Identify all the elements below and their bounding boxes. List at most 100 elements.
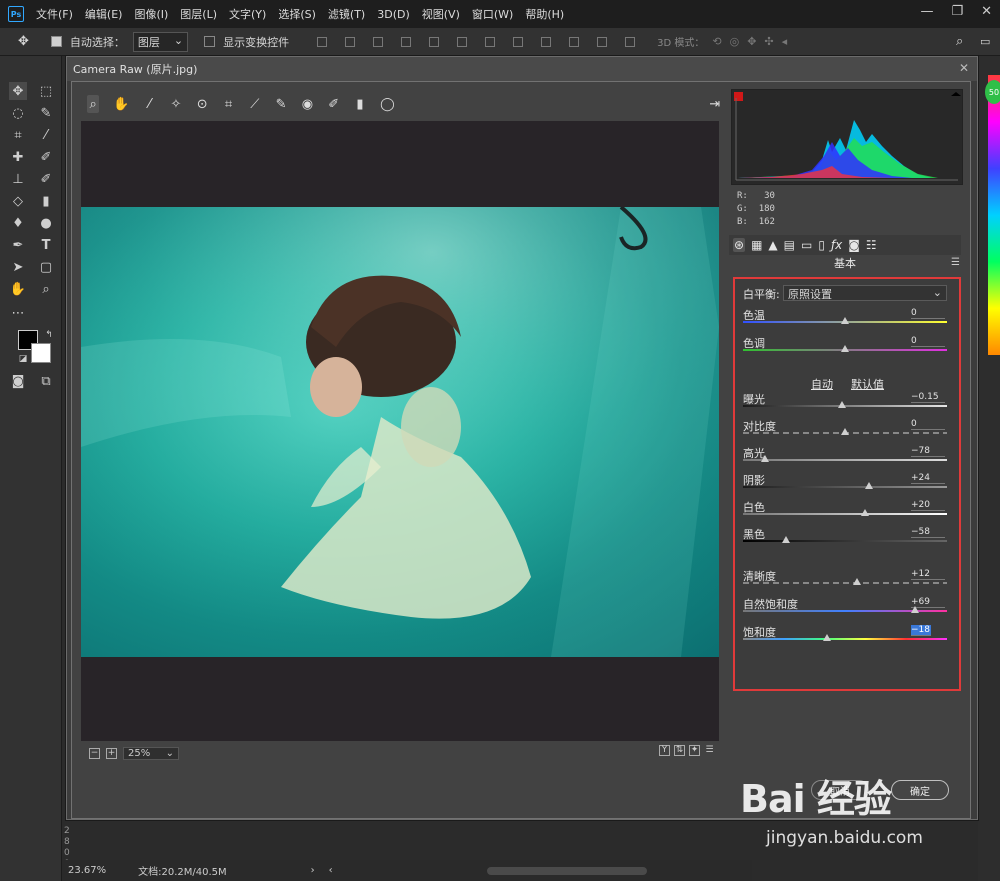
graduated-filter-icon[interactable]: ▮ [354,95,366,113]
white-balance-dropdown[interactable]: 原照设置 ⌄ [783,285,947,301]
tab-presets-icon[interactable]: ☷ [866,238,877,252]
dodge-tool-icon[interactable]: ● [37,214,55,232]
crop-tool-icon[interactable]: ⌗ [9,126,27,144]
default-colors-icon[interactable]: ◪ [14,350,32,368]
minimize-button[interactable]: — [920,4,933,19]
radial-filter-icon[interactable]: ◯ [380,95,395,113]
align-bottom-icon[interactable] [373,36,384,47]
close-button[interactable]: ✕ [981,4,992,19]
slider-value-7[interactable]: −58 [911,527,945,538]
zoom-in-button[interactable]: + [106,747,117,759]
tab-lens-corrections-icon[interactable]: ▯ [818,238,825,252]
menu-image[interactable]: 图像(I) [134,6,168,22]
tab-split-toning-icon[interactable]: ▭ [801,238,812,252]
distribute-left-icon[interactable] [569,36,580,47]
slider-thumb-6[interactable] [861,509,870,516]
align-hcenter-icon[interactable] [429,36,440,47]
dialog-titlebar[interactable]: Camera Raw (原片.jpg) ✕ [67,57,977,81]
slider-value-3[interactable]: 0 [911,419,945,430]
slider-value-10[interactable]: −18 [911,625,931,636]
clone-stamp-icon[interactable]: ⊥ [9,170,27,188]
dialog-close-icon[interactable]: ✕ [959,61,969,75]
distribute-top-icon[interactable] [485,36,496,47]
crop-tool-icon[interactable]: ⌗ [222,95,234,113]
slider-thumb-1[interactable] [841,345,849,352]
panel-menu-icon[interactable]: ☰ [951,257,960,268]
menu-file[interactable]: 文件(F) [36,6,73,22]
menu-filter[interactable]: 滤镜(T) [328,6,365,22]
slide-3d-icon[interactable]: ✣ [764,35,773,48]
scroll-left-icon[interactable]: ‹ [329,865,333,876]
zoom-tool-icon[interactable]: ⌕ [87,95,100,113]
before-after-toggle-icon[interactable]: Y [659,745,670,756]
slider-value-8[interactable]: +12 [911,569,945,580]
history-brush-icon[interactable]: ✐ [37,170,55,188]
slider-thumb-10[interactable] [822,634,831,641]
slider-track-4[interactable] [743,459,947,461]
slider-value-1[interactable]: 0 [911,336,945,347]
blur-tool-icon[interactable]: ♦ [9,214,27,232]
pen-tool-icon[interactable]: ✒ [9,236,27,254]
slider-value-6[interactable]: +20 [911,500,945,511]
path-select-icon[interactable]: ➤ [9,258,27,276]
slider-track-6[interactable] [743,513,947,515]
auto-select-dropdown[interactable]: 图层 ⌄ [132,31,189,52]
camera-3d-icon[interactable]: ◂ [782,35,788,48]
shape-tool-icon[interactable]: ▢ [37,258,55,276]
quick-mask-icon[interactable]: ◙ [9,372,27,390]
status-zoom[interactable]: 23.67% [68,865,106,876]
straighten-tool-icon[interactable]: ⟋ [249,95,261,113]
pan-3d-icon[interactable]: ✥ [747,35,756,48]
tab-tone-curve-icon[interactable]: ▦ [751,238,762,252]
slider-value-4[interactable]: −78 [911,446,945,457]
red-eye-icon[interactable]: ◉ [301,95,313,113]
distribute-right-icon[interactable] [625,36,636,47]
slider-thumb-8[interactable] [853,578,862,585]
restore-button[interactable]: ❐ [951,4,963,19]
tab-basic-icon[interactable]: ⊛ [733,238,746,252]
menu-type[interactable]: 文字(Y) [229,6,266,22]
status-arrow-icon[interactable]: › [311,865,315,876]
slider-thumb-0[interactable] [841,317,849,324]
eraser-tool-icon[interactable]: ◇ [9,192,27,210]
tab-detail-icon[interactable]: ▲ [768,238,777,252]
slider-track-8[interactable] [743,582,947,584]
background-color-swatch[interactable] [31,343,51,363]
slider-thumb-2[interactable] [837,401,846,408]
color-spectrum[interactable] [988,75,1000,355]
more-tools-icon[interactable]: ⋯ [9,304,27,322]
tab-camera-calibration-icon[interactable]: ◙ [848,238,860,252]
roll-3d-icon[interactable]: ◎ [730,35,740,48]
screen-mode-icon[interactable]: ⧉ [37,372,55,390]
tab-effects-icon[interactable]: ƒx [831,238,842,252]
orbit-3d-icon[interactable]: ⟲ [712,35,721,48]
default-link[interactable]: 默认值 [851,376,884,392]
slider-thumb-7[interactable] [781,536,790,543]
lasso-tool-icon[interactable]: ◌ [9,104,27,122]
distribute-vcenter-icon[interactable] [513,36,524,47]
slider-thumb-3[interactable] [841,428,849,435]
healing-brush-icon[interactable]: ✚ [9,148,27,166]
slider-value-2[interactable]: −0.15 [911,392,945,403]
photo-preview[interactable] [81,207,719,657]
menu-window[interactable]: 窗口(W) [472,6,513,22]
auto-select-checkbox[interactable] [50,36,62,47]
eyedropper-tool-icon[interactable]: ⁄ [37,126,55,144]
move-tool-icon[interactable]: ✥ [18,34,29,49]
quick-select-tool-icon[interactable]: ✎ [37,104,55,122]
align-top-icon[interactable] [317,36,328,47]
menu-view[interactable]: 视图(V) [422,6,460,22]
hand-tool-icon[interactable]: ✋ [9,280,27,298]
menu-edit[interactable]: 编辑(E) [85,6,123,22]
slider-thumb-9[interactable] [911,606,920,613]
targeted-adjust-icon[interactable]: ⊙ [196,95,208,113]
copy-settings-icon[interactable]: ✦ [689,745,700,756]
menu-help[interactable]: 帮助(H) [525,6,564,22]
slider-value-5[interactable]: +24 [911,473,945,484]
marquee-tool-icon[interactable]: ⬚ [37,82,55,100]
distribute-hcenter-icon[interactable] [597,36,608,47]
slider-track-10[interactable] [743,638,947,640]
tab-hsl-icon[interactable]: ▤ [784,238,795,252]
gradient-tool-icon[interactable]: ▮ [37,192,55,210]
horizontal-scrollbar[interactable] [486,866,647,875]
